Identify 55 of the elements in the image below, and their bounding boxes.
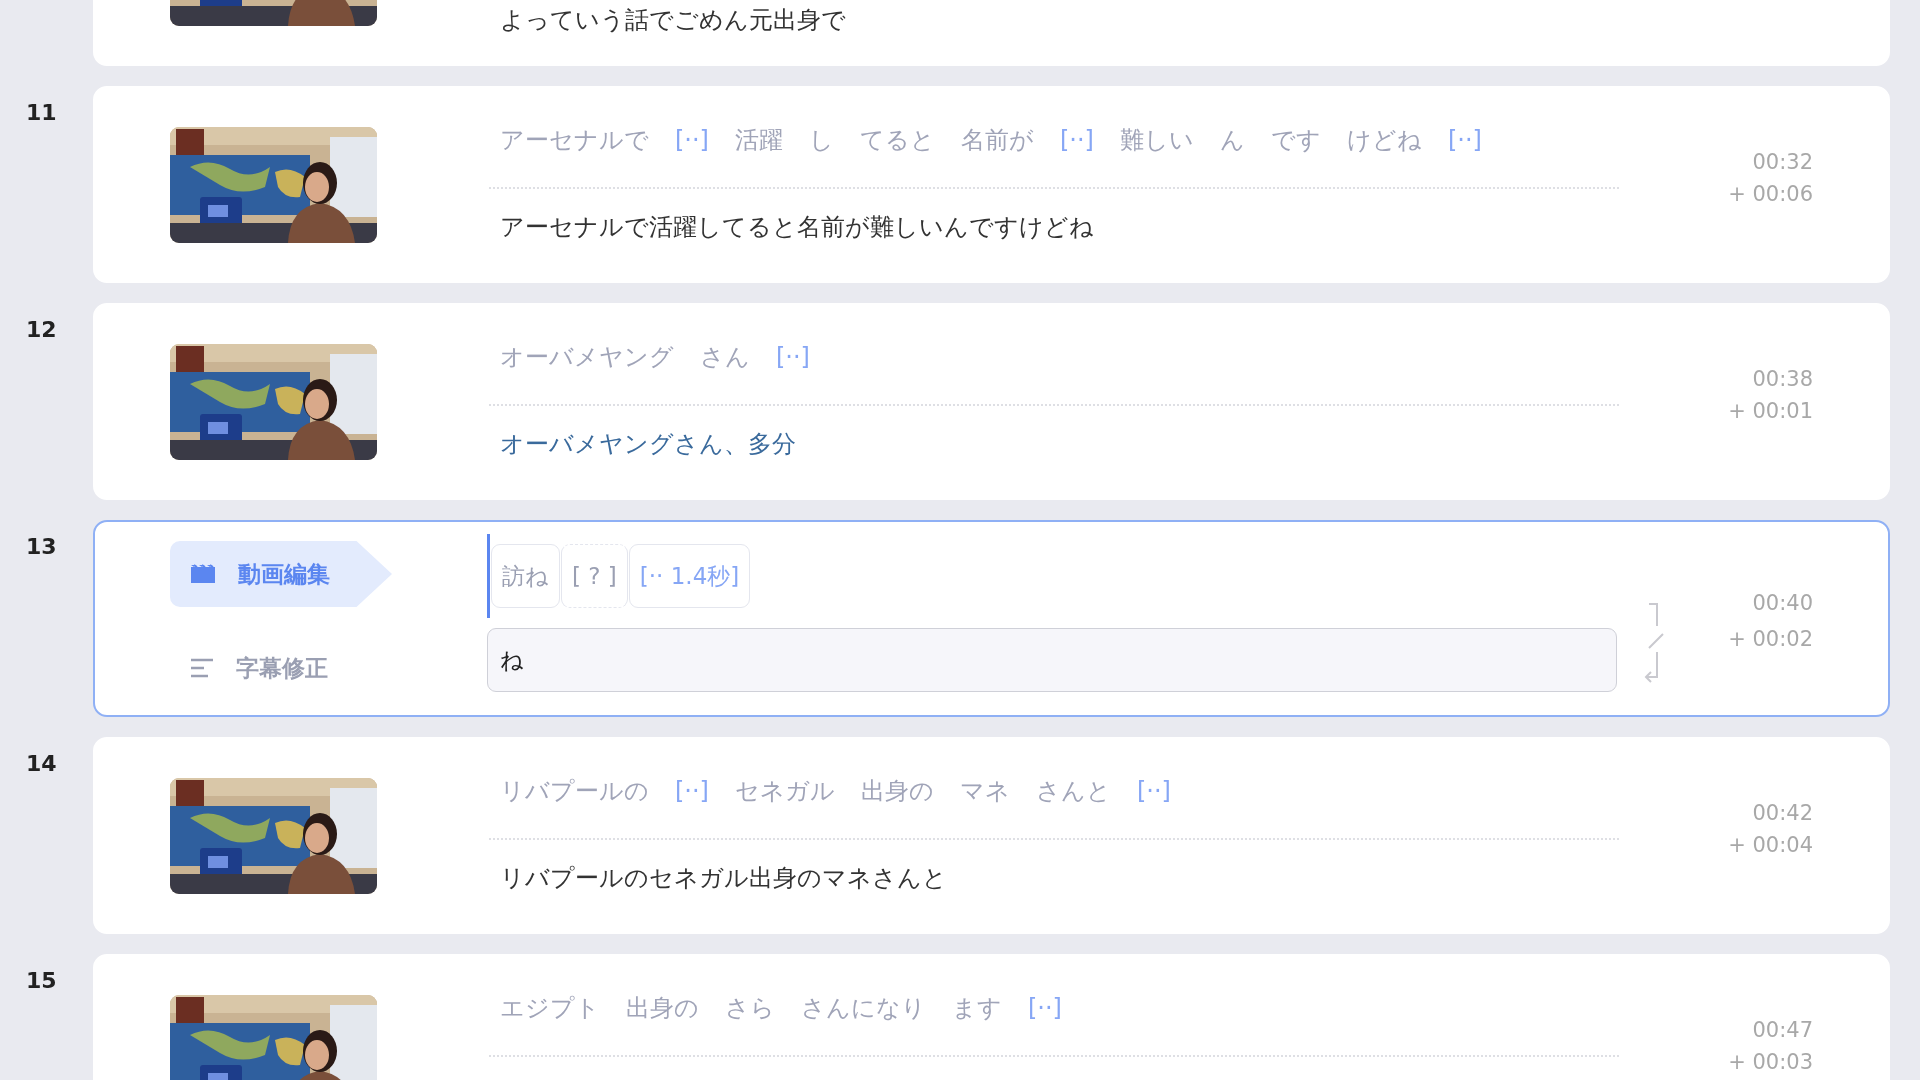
word-token[interactable]: し [809, 124, 834, 156]
word-token[interactable]: さん [700, 341, 750, 373]
word-token[interactable]: 訪ね [491, 544, 560, 608]
duration-time: + 00:02 [1728, 627, 1813, 651]
row-number: 13 [25, 533, 58, 559]
word-token[interactable]: 活躍 [735, 124, 783, 156]
word-token[interactable]: 出身の [861, 775, 934, 807]
pause-marker[interactable]: [··] [1137, 777, 1171, 805]
duration-time: + 00:04 [1728, 833, 1813, 857]
subtitle-input[interactable]: ね [487, 628, 1617, 692]
lines-icon [190, 658, 214, 678]
word-token[interactable]: さんになり [801, 992, 926, 1024]
word-token[interactable]: さんと [1036, 775, 1111, 807]
row-number: 15 [25, 967, 58, 993]
word-token[interactable]: 出身の [626, 992, 699, 1024]
start-time: 00:47 [1752, 1018, 1813, 1042]
pause-marker[interactable]: [··] [675, 126, 709, 154]
start-time: 00:42 [1752, 801, 1813, 825]
row-number: 12 [25, 316, 58, 342]
word-token[interactable]: ん [1219, 124, 1245, 156]
duration-time: + 00:06 [1728, 182, 1813, 206]
row-number: 11 [25, 99, 58, 125]
clapperboard-icon [190, 564, 216, 584]
word-token[interactable]: オーバメヤング [500, 341, 674, 373]
subtitle-text: リバプールのセネガル出身のマネさんと [499, 863, 948, 894]
pause-marker[interactable]: [··] [675, 777, 709, 805]
pause-marker[interactable]: [·· 1.4秒] [628, 544, 751, 608]
word-token[interactable]: 難しい [1119, 124, 1194, 156]
word-token[interactable]: 名前が [961, 124, 1034, 156]
word-token[interactable]: マネ [960, 775, 1010, 807]
word-token[interactable]: エジプト [500, 992, 600, 1024]
word-token[interactable]: けどね [1346, 124, 1422, 156]
mode-tab[interactable]: 字幕修正 [170, 635, 350, 701]
pause-marker[interactable]: [··] [776, 343, 810, 371]
word-token[interactable]: ます [952, 992, 1002, 1024]
word-token[interactable]: アーセナルで [500, 124, 649, 156]
mode-tab[interactable]: 動画編集 [170, 541, 392, 607]
pause-marker[interactable]: [··] [1028, 994, 1062, 1022]
unknown-token[interactable]: [ ? ] [561, 544, 628, 608]
row-number: 14 [25, 750, 58, 776]
word-token[interactable]: です [1270, 124, 1321, 156]
word-token[interactable]: リバプールの [500, 775, 649, 807]
duration-time: + 00:01 [1728, 399, 1813, 423]
subtitle-text: オーバメヤングさん、多分 [499, 429, 797, 460]
start-time: 00:32 [1752, 150, 1813, 174]
word-token[interactable]: さら [725, 992, 775, 1024]
subtitle-text: よっていう話でごめん元出身で [499, 5, 847, 36]
start-time: 00:38 [1752, 367, 1813, 391]
word-token[interactable]: てると [860, 124, 935, 156]
start-time: 00:40 [1752, 591, 1813, 615]
pause-marker[interactable]: [··] [1447, 126, 1482, 154]
duration-time: + 00:03 [1728, 1050, 1813, 1074]
subtitle-text: アーセナルで活躍してると名前が難しいんですけどね [499, 212, 1095, 243]
pause-marker[interactable]: [··] [1060, 126, 1094, 154]
word-token[interactable]: セネガル [735, 775, 835, 807]
